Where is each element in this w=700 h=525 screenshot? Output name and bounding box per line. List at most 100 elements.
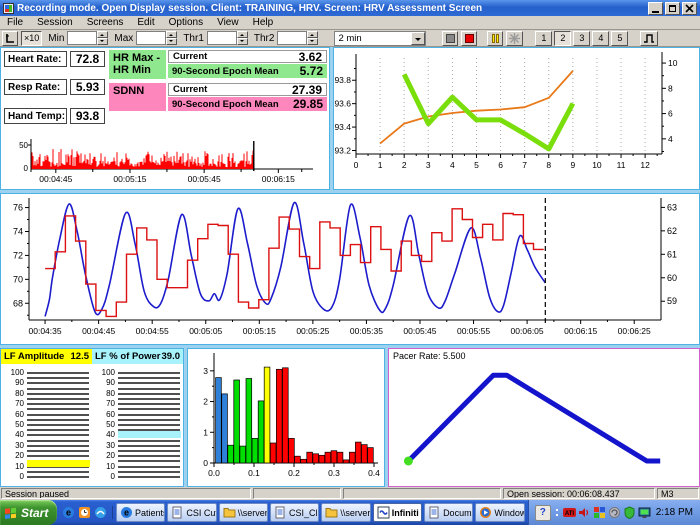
- taskbar: Start e ePatients...CSI Cut...\\server..…: [0, 500, 700, 525]
- scale-tool-button[interactable]: [2, 31, 18, 46]
- min-spin-down[interactable]: [97, 38, 108, 45]
- svg-text:50: 50: [19, 141, 28, 150]
- tray-monitor-icon[interactable]: [638, 506, 651, 519]
- task-label: Patients...: [135, 508, 165, 518]
- pause-button[interactable]: [487, 31, 503, 46]
- svg-text:3: 3: [203, 366, 208, 376]
- workspace: Heart Rate: 72.8 Resp Rate: 5.93 Hand Te…: [0, 47, 700, 487]
- task-button-7[interactable]: Docume...: [424, 503, 473, 522]
- record-icon: [465, 34, 474, 43]
- svg-text:00:06:15: 00:06:15: [564, 326, 597, 336]
- menu-session[interactable]: Session: [30, 16, 80, 30]
- min-label: Min: [48, 33, 64, 44]
- min-spin-up[interactable]: [97, 31, 108, 38]
- menu-file[interactable]: File: [0, 16, 30, 30]
- record-button[interactable]: [461, 31, 477, 46]
- screen-button-4[interactable]: 4: [592, 31, 609, 46]
- close-button[interactable]: [682, 2, 697, 15]
- screen-button-2[interactable]: 2: [554, 31, 571, 46]
- svg-text:8: 8: [546, 160, 551, 170]
- task-button-8[interactable]: Window...: [475, 503, 524, 522]
- outlook-icon[interactable]: [78, 506, 91, 519]
- svg-text:72: 72: [13, 250, 23, 260]
- ie-icon[interactable]: e: [62, 506, 75, 519]
- status-segment-4: Open session: 00:06:08.437: [503, 488, 655, 499]
- menu-help[interactable]: Help: [246, 16, 281, 30]
- title-bar[interactable]: Recording mode. Open Display session. Cl…: [0, 0, 700, 16]
- meter-scale-label: 80: [92, 389, 115, 398]
- menu-view[interactable]: View: [210, 16, 246, 30]
- start-button[interactable]: Start: [0, 500, 57, 525]
- stop-button[interactable]: [442, 31, 458, 46]
- resp-rate-label: Resp Rate:: [4, 79, 67, 95]
- meter-scale-label: 100: [1, 368, 24, 377]
- svg-text:2: 2: [402, 160, 407, 170]
- thr1-spin-up[interactable]: [237, 31, 248, 38]
- task-button-5[interactable]: \\server...: [321, 503, 370, 522]
- svg-text:59: 59: [667, 296, 677, 306]
- folder-icon: [223, 506, 236, 519]
- screen-button-1[interactable]: 1: [535, 31, 552, 46]
- maximize-button[interactable]: [665, 2, 680, 15]
- max-input[interactable]: [136, 31, 166, 45]
- thr2-input[interactable]: [277, 31, 307, 45]
- task-label: \\server...: [340, 508, 370, 518]
- meter-scale-label: 90: [1, 378, 24, 387]
- svg-text:00:05:35: 00:05:35: [350, 326, 383, 336]
- combo-dropdown-icon[interactable]: [411, 32, 425, 45]
- rescale-button[interactable]: [640, 31, 658, 46]
- meter-highlight-band: [27, 460, 90, 467]
- meter-gridline: [27, 476, 89, 478]
- task-label: CSI Cut...: [186, 508, 216, 518]
- help-button[interactable]: ?: [535, 505, 551, 521]
- tray-swirl-icon[interactable]: [608, 506, 621, 519]
- pause-icon: [492, 34, 499, 43]
- thr2-spin-down[interactable]: [307, 38, 318, 45]
- sdnn-epoch-row: 90-Second Epoch Mean 29.85: [168, 97, 327, 111]
- min-input[interactable]: [67, 31, 97, 45]
- tray-ati-icon[interactable]: ATI: [563, 506, 576, 519]
- svg-text:62: 62: [667, 226, 677, 236]
- event-marker-button[interactable]: [506, 31, 523, 46]
- thr2-spin-up[interactable]: [307, 31, 318, 38]
- hr-range-epoch-label: 90-Second Epoch Mean: [172, 66, 279, 77]
- task-button-3[interactable]: \\server...: [219, 503, 268, 522]
- meter-highlight-band: [118, 431, 181, 438]
- menu-options[interactable]: Options: [162, 16, 210, 30]
- meter-gridline: [118, 419, 180, 421]
- lf-meters-panel: LF Amplitude12.50102030405060708090100LF…: [0, 348, 184, 487]
- tray-display-icon[interactable]: [593, 506, 606, 519]
- sdnn-epoch-value: 29.85: [293, 97, 323, 111]
- tray-shield-icon[interactable]: [623, 506, 636, 519]
- menu-edit[interactable]: Edit: [130, 16, 161, 30]
- task-button-4[interactable]: CSI_Clin...: [270, 503, 319, 522]
- lf-meter-header-2: LF % of Power39.0: [92, 349, 183, 364]
- screen-button-5[interactable]: 5: [611, 31, 628, 46]
- thr1-input[interactable]: [207, 31, 237, 45]
- meter-gridline: [27, 450, 89, 452]
- svg-text:10: 10: [668, 58, 678, 68]
- interval-value: 2 min: [335, 33, 411, 44]
- meter-gridline: [27, 393, 89, 395]
- messenger-icon[interactable]: [94, 506, 107, 519]
- meter-scale-label: 50: [92, 420, 115, 429]
- minimize-button[interactable]: [648, 2, 663, 15]
- screen-button-3[interactable]: 3: [573, 31, 590, 46]
- svg-text:4: 4: [668, 134, 673, 144]
- x10-button[interactable]: ×10: [21, 31, 42, 46]
- thr1-spin-down[interactable]: [237, 38, 248, 45]
- tray-volume-icon[interactable]: [578, 506, 591, 519]
- task-button-1[interactable]: ePatients...: [116, 503, 165, 522]
- start-label: Start: [21, 506, 48, 520]
- max-spin-down[interactable]: [166, 38, 177, 45]
- interval-combobox[interactable]: 2 min: [334, 31, 426, 46]
- max-spin-up[interactable]: [166, 31, 177, 38]
- menu-screens[interactable]: Screens: [80, 16, 131, 30]
- svg-text:0: 0: [203, 458, 208, 468]
- task-button-6[interactable]: Infiniti ...: [373, 503, 422, 522]
- tray-expand-button[interactable]: [554, 506, 560, 520]
- task-button-2[interactable]: CSI Cut...: [167, 503, 216, 522]
- svg-text:00:04:55: 00:04:55: [136, 326, 169, 336]
- step-pulse-icon: [643, 33, 655, 43]
- meter-gridline: [27, 388, 89, 390]
